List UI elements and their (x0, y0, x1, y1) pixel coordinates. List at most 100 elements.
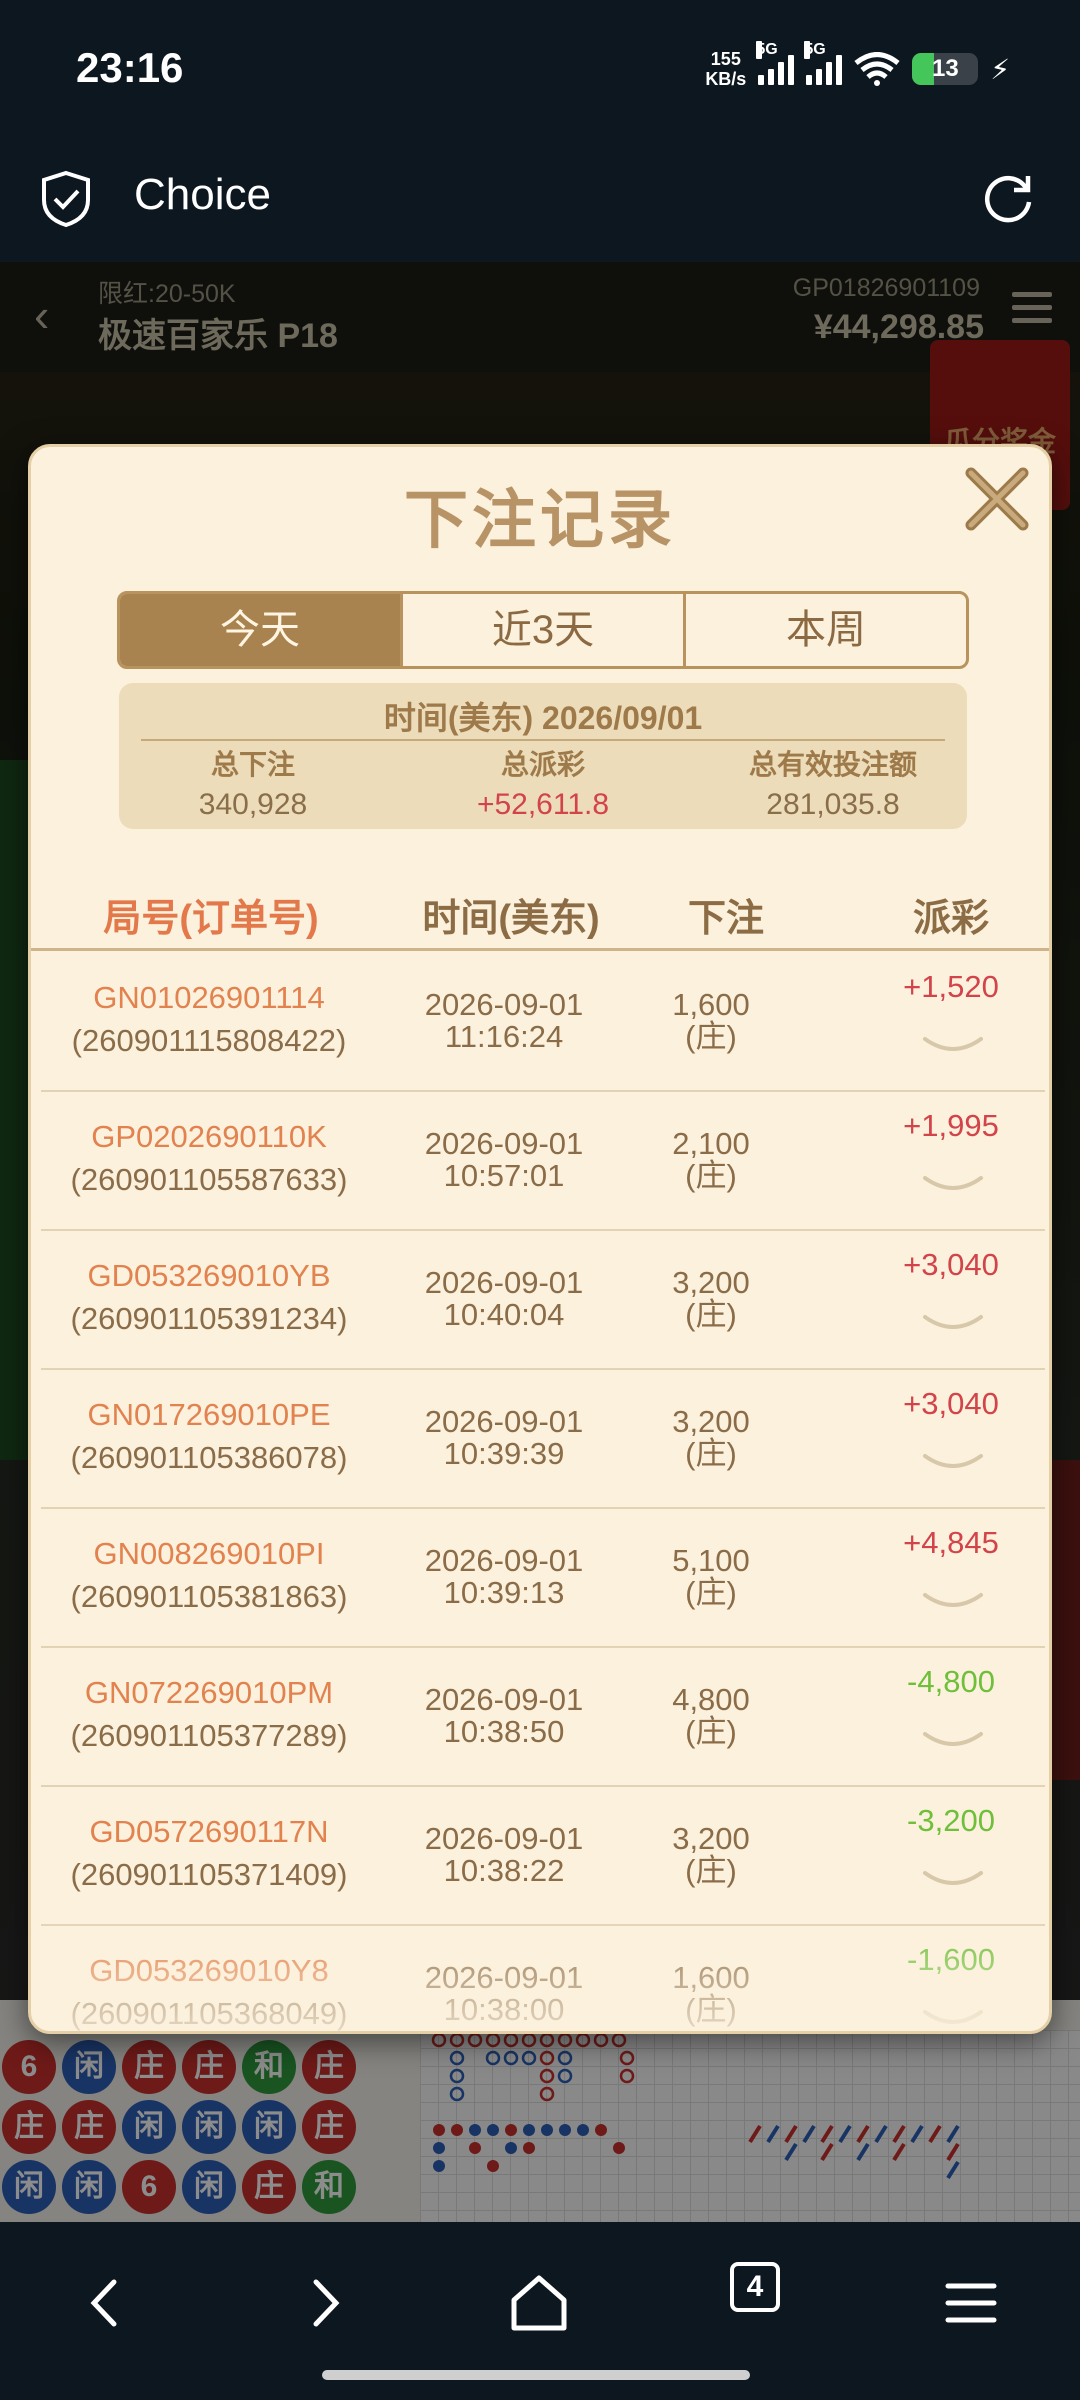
screen: 23:16 155 KB/s 5G 5G 13 ⚡ Choice ‹ 限红:20… (0, 0, 1080, 2400)
chevron-down-icon[interactable] (921, 1172, 985, 1200)
total-valid-value: 281,035.8 (766, 788, 900, 821)
round-number: GD053269010YB (87, 1258, 331, 1293)
bet-amount: 5,100 (672, 1543, 750, 1578)
time-cell: 2026-09-01 10:38:50 (389, 1684, 619, 1748)
bet-side: (庄) (685, 1853, 737, 1888)
battery-level: 13 (931, 55, 959, 82)
sim1-label: 5G (756, 41, 778, 59)
total-payout-value: +52,611.8 (476, 788, 610, 821)
chevron-down-icon[interactable] (921, 1311, 985, 1339)
order-number: (260901105391234) (70, 1301, 348, 1336)
tab-last-3-days[interactable]: 近3天 (403, 594, 686, 666)
time-cell: 2026-09-01 10:40:04 (389, 1267, 619, 1331)
bet-cell: 3,200 (庄) (641, 1823, 781, 1887)
bet-date: 2026-09-01 (424, 1126, 584, 1161)
col-time: 时间(美东) (422, 898, 600, 940)
close-icon[interactable] (959, 461, 1035, 537)
chevron-down-icon[interactable] (921, 1450, 985, 1478)
bet-cell: 1,600(庄) (641, 989, 781, 1053)
table-row[interactable]: GN008269010PI (260901105381863) 2026-09-01… (41, 1509, 1045, 1648)
signal-icon: 5G (756, 41, 795, 85)
bet-side: (庄) (685, 1575, 737, 1610)
reload-icon[interactable] (980, 170, 1036, 226)
time-cell: 2026-09-01 11:16:24 (389, 989, 619, 1053)
bet-side: (庄) (685, 1297, 737, 1332)
round-cell: GN008269010PI (260901105381863) (41, 1533, 377, 1619)
bet-side: (庄) (685, 1158, 737, 1193)
summary-total-bet: 总下注 340,928 (113, 745, 393, 825)
bet-time: 10:38:50 (443, 1714, 565, 1749)
order-number: (260901105587633) (70, 1162, 348, 1197)
bet-date: 2026-09-01 (424, 1682, 584, 1717)
bet-amount: 4,800 (672, 1682, 750, 1717)
payout-amount: -4,800 (907, 1664, 995, 1699)
status-icons: 155 KB/s 5G 5G 13 ⚡ (705, 41, 1010, 94)
round-cell: GP0202690110K (260901105587633) (41, 1116, 377, 1202)
bet-side: (庄) (685, 1436, 737, 1471)
back-icon[interactable] (72, 2268, 142, 2338)
table-row[interactable]: GN072269010PM (260901105377289) 2026-09-01… (41, 1648, 1045, 1787)
summary-panel: 时间(美东) 2026/09/01 总下注 340,928 总派彩 +52,61… (119, 683, 967, 829)
round-cell: GN01026901114 (260901115808422) (41, 977, 377, 1063)
summary-total-valid: 总有效投注额 281,035.8 (693, 745, 973, 825)
bet-side: (庄) (685, 1019, 737, 1054)
round-cell: GD0572690117N (260901105371409) (41, 1811, 377, 1897)
bet-amount: 2,100 (672, 1126, 750, 1161)
tabs-icon[interactable]: 4 (730, 2262, 780, 2312)
total-payout-label: 总派彩 (500, 749, 585, 780)
col-bet: 下注 (687, 898, 764, 940)
bet-date: 2026-09-01 (424, 1404, 584, 1439)
col-round: 局号(订单号) (103, 898, 319, 940)
payout-amount: +1,520 (903, 969, 999, 1004)
table-row[interactable]: GN017269010PE (260901105386078) 2026-09-01… (41, 1370, 1045, 1509)
table-row[interactable]: GD053269010YB (260901105391234) 2026-09-01… (41, 1231, 1045, 1370)
chevron-down-icon[interactable] (921, 1033, 985, 1061)
time-cell: 2026-09-01 10:39:13 (389, 1545, 619, 1609)
chevron-down-icon[interactable] (921, 1589, 985, 1617)
record-list[interactable]: GN01026901114 (260901115808422) 2026-09-01… (41, 953, 1045, 2031)
payout-amount: +4,845 (903, 1525, 999, 1560)
round-cell: GD053269010YB (260901105391234) (41, 1255, 377, 1341)
round-number: GD0572690117N (89, 1814, 329, 1849)
round-number: GN072269010PM (84, 1675, 334, 1710)
total-bet-value: 340,928 (198, 788, 308, 821)
time-cell: 2026-09-01 10:39:39 (389, 1406, 619, 1470)
tab-this-week[interactable]: 本周 (686, 594, 966, 666)
menu-icon[interactable] (936, 2268, 1006, 2338)
order-number: (260901115808422) (71, 1023, 347, 1058)
order-number: (260901105371409) (70, 1857, 348, 1892)
col-payout: 派彩 (912, 898, 989, 940)
forward-icon[interactable] (288, 2268, 358, 2338)
status-time: 23:16 (76, 44, 184, 91)
payout-amount: +1,995 (903, 1108, 999, 1143)
home-icon[interactable] (504, 2268, 574, 2338)
bet-time: 10:39:39 (443, 1436, 565, 1471)
bet-cell: 2,100 (庄) (641, 1128, 781, 1192)
table-row[interactable]: GN01026901114 (260901115808422) 2026-09-01… (41, 953, 1045, 1092)
bet-amount: 1,600 (672, 987, 750, 1022)
bet-date: 2026-09-01 (424, 1265, 584, 1300)
bet-time: 11:16:24 (444, 1019, 564, 1054)
order-number: (260901105386078) (70, 1440, 348, 1475)
order-number: (260901105381863) (70, 1579, 348, 1614)
chevron-down-icon[interactable] (921, 1867, 985, 1895)
signal-icon-2: 5G (804, 41, 843, 85)
table-row[interactable]: GP0202690110K (260901105587633) 2026-09-01… (41, 1092, 1045, 1231)
bet-cell: 3,200 (庄) (641, 1406, 781, 1470)
bet-cell: 5,100 (庄) (641, 1545, 781, 1609)
payout-amount: +3,040 (903, 1386, 999, 1421)
table-row[interactable]: GD0572690117N (260901105371409) 2026-09-01… (41, 1787, 1045, 1926)
shield-check-icon[interactable] (40, 170, 92, 228)
round-number: GN017269010PE (87, 1397, 331, 1432)
charging-icon: ⚡ (990, 53, 1010, 85)
bet-side: (庄) (685, 1714, 737, 1749)
round-cell: GN072269010PM (260901105377289) (41, 1672, 377, 1758)
bet-amount: 3,200 (672, 1821, 750, 1856)
summary-total-payout: 总派彩 +52,611.8 (403, 745, 683, 825)
modal-title: 下注记录 (404, 484, 676, 556)
chevron-down-icon[interactable] (921, 1728, 985, 1756)
sim2-label: 5G (804, 41, 826, 59)
list-fade (41, 1917, 1045, 2031)
tab-today[interactable]: 今天 (120, 594, 403, 666)
net-speed: 155 KB/s (705, 49, 746, 89)
